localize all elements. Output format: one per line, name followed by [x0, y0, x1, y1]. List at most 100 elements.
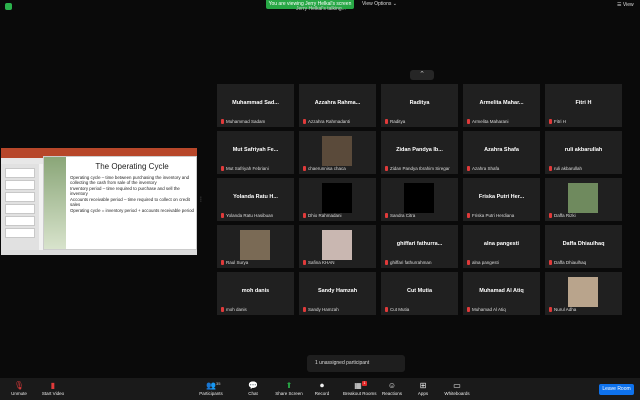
participant-video [322, 230, 352, 260]
view-button[interactable]: ☰ View [617, 2, 634, 8]
chevron-up-icon[interactable]: ⌃ [410, 70, 434, 80]
participant-tile[interactable]: moh danis moh danis [217, 272, 294, 315]
record-icon: ⏺ [320, 381, 324, 390]
participants-icon: 👥 [206, 381, 216, 390]
unmute-button[interactable]: 🎙 Unmute [4, 380, 34, 397]
participant-label: Armelita Maharani [467, 119, 509, 124]
participant-label-text: Zidan Pandya Ibrahim Siregar [390, 166, 450, 171]
participant-tile[interactable]: Cut Mutia Cut Mutia [381, 272, 458, 315]
participant-display-name: Cut Mutia [406, 288, 433, 294]
participant-label-text: ghiffari fathurrahman [390, 260, 432, 265]
mic-muted-icon [221, 166, 224, 171]
current-slide: The Operating Cycle Operating cycle – ti… [43, 156, 197, 250]
participant-display-name: ghiffari fathurra... [396, 241, 443, 247]
participant-tile[interactable]: ruli akbarullah ruli akbarullah [545, 131, 622, 174]
slide-bullet: Operating cycle = inventory period + acc… [70, 208, 194, 213]
participant-tile[interactable]: Armelita Mahar... Armelita Maharani [463, 84, 540, 127]
slide-bullet: Accounts receivable period – time requir… [70, 197, 190, 207]
participant-display-name: Azahra Shafa [484, 147, 519, 153]
participant-label: Mut Safriyah Febriani [221, 166, 269, 171]
participant-display-name: ruli akbarullah [564, 147, 603, 153]
participant-display-name: Azzahra Rahma... [314, 100, 361, 106]
participant-tile[interactable]: Mut Safriyah Fe... Mut Safriyah Febriani [217, 131, 294, 174]
participant-label: chaerunnisa chaca [303, 166, 346, 171]
participant-tile[interactable]: Raul Surya [217, 225, 294, 268]
participant-display-name: Zidan Pandya Ib... [396, 147, 443, 153]
participant-label: Daffa Dhiaulhaq [549, 260, 586, 265]
share-screen-icon: ⬆ [285, 381, 293, 390]
participant-tile[interactable]: Muhamad Al Atiq Muhamad Al Atiq [463, 272, 540, 315]
participant-label: ruli akbarullah [549, 166, 582, 171]
participant-label: Safina KHAN [303, 260, 335, 265]
participant-label: moh danis [221, 307, 247, 312]
slide-thumbnail [5, 204, 35, 214]
reactions-button[interactable]: ☺ Reactions [377, 380, 407, 397]
mic-muted-icon [221, 260, 224, 265]
participant-label: Zidan Pandya Ibrahim Siregar [385, 166, 450, 171]
participant-label-text: Azzahra Rahmadanti [308, 119, 351, 124]
chat-icon: 💬 [248, 381, 258, 390]
video-off-icon: ▮ [50, 381, 56, 390]
mic-muted-icon [303, 260, 306, 265]
participant-label-text: Safina KHAN [308, 260, 335, 265]
apps-button[interactable]: ⊞ Apps [408, 380, 438, 397]
participant-tile[interactable]: Fitri H Fitri H [545, 84, 622, 127]
participant-label-text: Muhamad Al Atiq [472, 307, 506, 312]
participant-video [240, 230, 270, 260]
participant-label: Daffa Rizki [549, 213, 576, 218]
participant-tile[interactable]: alna pangesti alna pangesti [463, 225, 540, 268]
meeting-toolbar: 🎙 Unmute ▮ Start Video 👥 Participants 35… [0, 378, 640, 400]
participant-tile[interactable]: Muhammad Sad... Muhammad Sadam [217, 84, 294, 127]
share-screen-button[interactable]: ⬆ Share Screen [274, 380, 304, 397]
participant-tile[interactable]: Friska Putri Her... Friska Putri Herdiana [463, 178, 540, 221]
participant-tile[interactable]: Raditya Raditya [381, 84, 458, 127]
drag-handle-icon[interactable]: ⋮ [198, 196, 204, 203]
participant-label-text: Muhammad Sadam [226, 119, 266, 124]
participant-label-text: Raditya [390, 119, 406, 124]
chat-button[interactable]: 💬 Chat [238, 380, 268, 397]
participant-tile[interactable]: Yolanda Ratu H... Yolanda Ratu Hasibuan [217, 178, 294, 221]
participant-tile[interactable]: Nurul Adha [545, 272, 622, 315]
participant-label: Raditya [385, 119, 405, 124]
participant-tile[interactable]: ghiffari fathurra... ghiffari fathurrahma… [381, 225, 458, 268]
view-options-button[interactable]: View Options ⌄ [362, 0, 397, 9]
participant-label: Azzahra Rahmadanti [303, 119, 350, 124]
participant-tile[interactable]: Daffa Dhiaulhaq Daffa Dhiaulhaq [545, 225, 622, 268]
participant-display-name: Fitri H [575, 100, 592, 106]
participant-tile[interactable]: Dhio Rahmadani [299, 178, 376, 221]
participant-display-name: Mut Safriyah Fe... [232, 147, 279, 153]
participant-label-text: Yolanda Ratu Hasibuan [226, 213, 274, 218]
mic-muted-icon [221, 213, 224, 218]
breakout-rooms-button[interactable]: ▦ Breakout Rooms [343, 380, 377, 397]
whiteboards-button[interactable]: ▭ Whiteboards [442, 380, 472, 397]
slide-thumbnails-pane [1, 164, 39, 250]
participant-label-text: Nurul Adha [554, 307, 577, 312]
participant-tile[interactable]: Sandy Hamzah Sandy Hamzah [299, 272, 376, 315]
participant-tile[interactable]: Azahra Shafa Azahra Shafa [463, 131, 540, 174]
participant-display-name: Muhamad Al Atiq [479, 288, 524, 294]
participant-video [568, 277, 598, 307]
participant-tile[interactable]: Daffa Rizki [545, 178, 622, 221]
participants-button[interactable]: 👥 Participants [196, 380, 226, 397]
record-button[interactable]: ⏺ Record [307, 380, 337, 397]
participant-tile[interactable]: Sandra Citra [381, 178, 458, 221]
slide-thumbnail [5, 216, 35, 226]
slide-thumbnail [5, 228, 35, 238]
security-shield-icon[interactable] [5, 3, 12, 10]
mic-muted-icon [385, 307, 388, 312]
participant-tile[interactable]: Zidan Pandya Ib... Zidan Pandya Ibrahim S… [381, 131, 458, 174]
participant-label-text: Azahra Shafa [472, 166, 500, 171]
participant-tile[interactable]: Safina KHAN [299, 225, 376, 268]
start-video-button[interactable]: ▮ Start Video [38, 380, 68, 397]
mic-muted-icon [549, 260, 552, 265]
participant-label-text: Daffa Rizki [554, 213, 576, 218]
participant-tile[interactable]: Azzahra Rahma... Azzahra Rahmadanti [299, 84, 376, 127]
mic-muted-icon [549, 307, 552, 312]
unassigned-participant-notice[interactable]: 1 unassigned participant [307, 355, 405, 372]
active-speaker-label: Jerry Helkal's talking... [296, 6, 346, 12]
participant-tile[interactable]: chaerunnisa chaca [299, 131, 376, 174]
mic-muted-icon [549, 166, 552, 171]
leave-room-button[interactable]: Leave Room [599, 384, 634, 395]
participant-video [322, 136, 352, 166]
breakout-badge: 1 [362, 381, 367, 386]
